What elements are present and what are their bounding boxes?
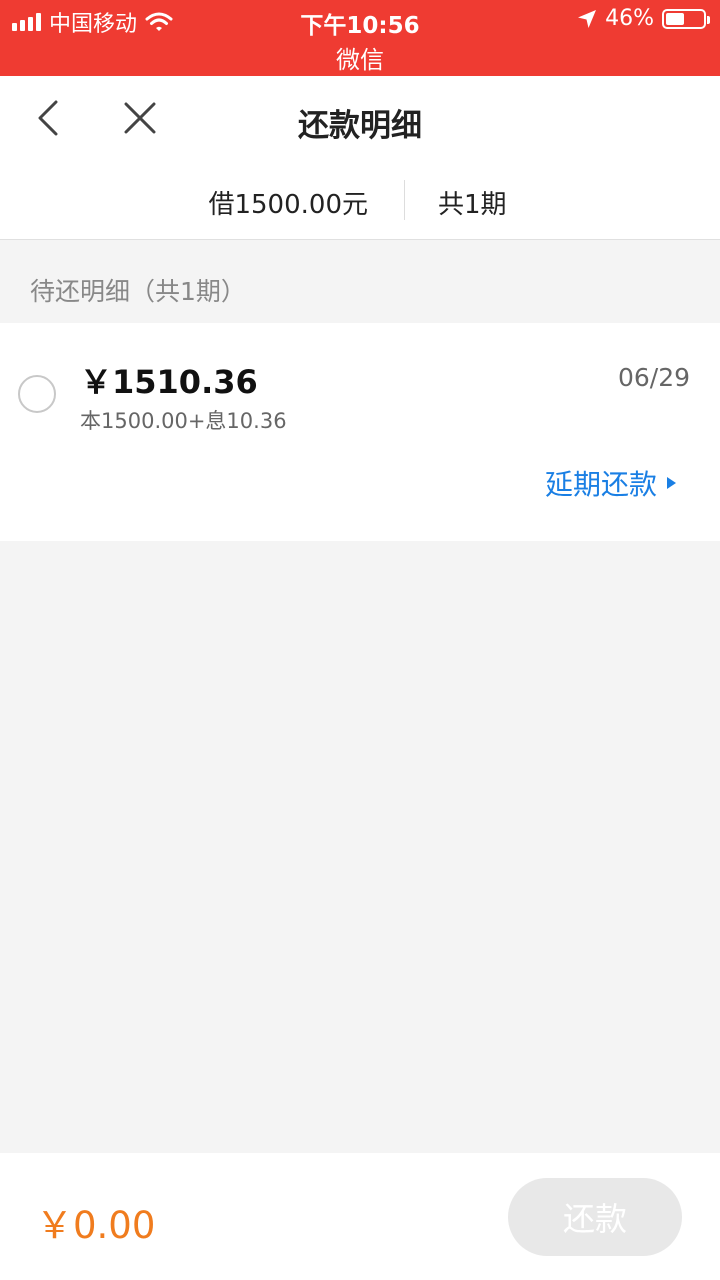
repay-button[interactable]: 还款 [508,1178,682,1256]
item-due-date: 06/29 [617,363,690,392]
item-select-radio[interactable] [18,375,56,413]
battery-percent: 46% [605,6,654,31]
item-breakdown: 本1500.00+息10.36 [80,409,287,433]
total-amount: ￥0.00 [36,1204,156,1247]
section-header: 待还明细（共1期） [30,277,246,306]
footer-bar: ￥0.00 还款 [0,1153,720,1280]
divider [404,180,405,220]
status-bar: 中国移动 下午10:56 46% 微信 [0,0,720,76]
repayment-item: ￥1510.36 本1500.00+息10.36 06/29 延期还款 [0,323,720,541]
battery-icon [662,8,710,29]
extend-label: 延期还款 [544,468,657,501]
item-amount: ￥1510.36 [80,363,258,401]
caret-right-icon [667,477,676,489]
location-arrow-icon [578,9,597,28]
nav-bar: 还款明细 [0,76,720,162]
app-name: 微信 [336,46,384,74]
extend-repayment-link[interactable]: 延期还款 [545,463,676,503]
period-count: 共1期 [438,190,507,220]
loan-summary: 借1500.00元 共1期 [0,162,720,240]
loan-amount: 借1500.00元 [208,190,368,220]
page-title: 还款明细 [298,108,422,144]
